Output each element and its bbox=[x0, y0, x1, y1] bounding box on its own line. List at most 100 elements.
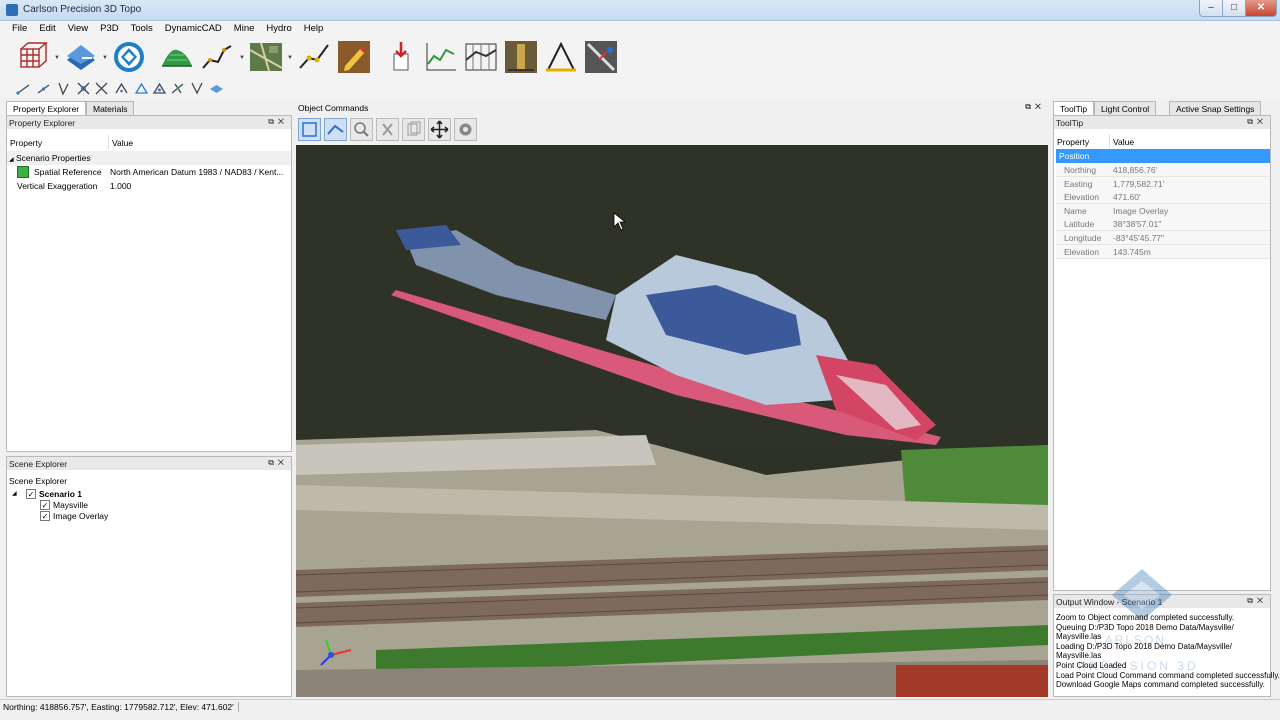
tooltip-property-value[interactable]: 471.60' bbox=[1113, 192, 1141, 202]
tooltip-property-name: Longitude bbox=[1064, 233, 1102, 243]
menu-file[interactable]: File bbox=[0, 21, 33, 34]
zoom-extents-icon[interactable] bbox=[298, 118, 321, 141]
checkbox-checked-icon[interactable]: ✓ bbox=[26, 489, 36, 499]
menu-p3d[interactable]: P3D bbox=[94, 21, 124, 34]
chevron-down-icon[interactable]: ▼ bbox=[287, 55, 293, 61]
menu-mine[interactable]: Mine bbox=[228, 21, 261, 34]
output-line: Zoom to Object command completed success… bbox=[1056, 613, 1235, 622]
zoom-object-icon[interactable] bbox=[324, 118, 347, 141]
tab-materials[interactable]: Materials bbox=[86, 101, 135, 115]
panel-float-close-icons[interactable]: ⧉✕ bbox=[1247, 117, 1267, 127]
snap-face-icon[interactable] bbox=[152, 81, 167, 96]
tooltip-property-value[interactable]: 1,779,582.71' bbox=[1113, 179, 1164, 189]
carlson-logo-icon[interactable] bbox=[112, 40, 146, 74]
tooltip-panel: ToolTip ⧉✕ Property Value Position North… bbox=[1053, 115, 1271, 591]
tooltip-group-row[interactable]: Position bbox=[1056, 149, 1270, 163]
column-header-property[interactable]: Property bbox=[1054, 134, 1110, 148]
aerial-map-icon[interactable] bbox=[249, 40, 283, 74]
column-header-property[interactable]: Property bbox=[7, 135, 109, 149]
tab-light-control[interactable]: Light Control bbox=[1094, 101, 1157, 115]
tree-item-label: Maysville bbox=[53, 500, 88, 510]
checkbox-checked-icon[interactable]: ✓ bbox=[40, 511, 50, 521]
snap-tangent-icon[interactable] bbox=[189, 81, 204, 96]
delete-icon[interactable] bbox=[376, 118, 399, 141]
tooltip-property-value[interactable]: 38°38'57.01" bbox=[1113, 219, 1161, 229]
snap-midpoint-icon[interactable] bbox=[36, 81, 51, 96]
snap-vertex-icon[interactable] bbox=[114, 81, 129, 96]
expand-arrow-icon[interactable]: ◢ bbox=[9, 157, 14, 163]
tree-item-image-overlay[interactable]: ✓ Image Overlay bbox=[40, 511, 290, 525]
menu-edit[interactable]: Edit bbox=[33, 21, 61, 34]
tooltip-row[interactable]: Latitude 38°38'57.01" bbox=[1056, 217, 1270, 232]
search-icon[interactable] bbox=[350, 118, 373, 141]
property-value[interactable]: 1.000 bbox=[110, 181, 131, 191]
insert-block-icon[interactable] bbox=[384, 40, 418, 74]
tooltip-property-value[interactable]: -83°45'45.77" bbox=[1113, 233, 1164, 243]
property-group-row[interactable]: ◢ Scenario Properties bbox=[7, 151, 291, 165]
checkbox-checked-icon[interactable]: ✓ bbox=[40, 500, 50, 510]
left-tabstrip: Property Explorer Materials bbox=[6, 101, 292, 115]
panel-title: ToolTip bbox=[1056, 118, 1084, 128]
profile-chart-icon[interactable] bbox=[424, 40, 458, 74]
property-row[interactable]: Spatial Reference North American Datum 1… bbox=[7, 165, 291, 179]
cross-section-icon[interactable] bbox=[464, 40, 498, 74]
property-explorer-header: Property Explorer ⧉✕ bbox=[7, 116, 291, 129]
tooltip-row[interactable]: Name Image Overlay bbox=[1056, 203, 1270, 218]
snap-apparent-icon[interactable] bbox=[94, 81, 109, 96]
copy-icon[interactable] bbox=[402, 118, 425, 141]
snap-perpendicular-icon[interactable] bbox=[170, 81, 185, 96]
tooltip-property-value[interactable]: 143.745m bbox=[1113, 247, 1151, 257]
property-value[interactable]: North American Datum 1983 / NAD83 / Kent… bbox=[110, 167, 283, 177]
tooltip-row[interactable]: Elevation 143.745m bbox=[1056, 244, 1270, 259]
tooltip-row[interactable]: Easting 1,779,582.71' bbox=[1056, 176, 1270, 191]
column-header-value[interactable]: Value bbox=[109, 135, 291, 149]
close-button[interactable]: ✕ bbox=[1245, 0, 1277, 17]
road-design-icon[interactable] bbox=[584, 40, 618, 74]
menu-dynamiccad[interactable]: DynamicCAD bbox=[159, 21, 228, 34]
menu-tools[interactable]: Tools bbox=[125, 21, 159, 34]
tooltip-property-name: Easting bbox=[1064, 178, 1093, 189]
collapse-arrow-icon[interactable]: ◢ bbox=[12, 490, 17, 497]
3d-viewport[interactable] bbox=[296, 145, 1048, 697]
column-header-value[interactable]: Value bbox=[1110, 134, 1270, 148]
point-cloud-scene[interactable] bbox=[296, 145, 1048, 697]
settings-gear-icon[interactable] bbox=[454, 118, 477, 141]
maximize-button[interactable]: □ bbox=[1222, 0, 1246, 17]
snap-plane-icon[interactable] bbox=[209, 81, 224, 96]
snap-intersection-icon[interactable] bbox=[76, 81, 91, 96]
property-group-label: Scenario Properties bbox=[16, 153, 91, 163]
measure-angle-icon[interactable] bbox=[544, 40, 578, 74]
surface-layers-icon[interactable] bbox=[64, 40, 98, 74]
panel-float-close-icons[interactable]: ⧉✕ bbox=[268, 117, 288, 127]
menu-hydro[interactable]: Hydro bbox=[260, 21, 297, 34]
edit-pencil-icon[interactable] bbox=[337, 40, 371, 74]
volume-icon[interactable] bbox=[504, 40, 538, 74]
menu-help[interactable]: Help bbox=[298, 21, 330, 34]
move-icon[interactable] bbox=[428, 118, 451, 141]
property-row[interactable]: Vertical Exaggeration 1.000 bbox=[7, 179, 291, 193]
tooltip-property-value[interactable]: 418,856.76' bbox=[1113, 165, 1157, 175]
chevron-down-icon[interactable]: ▼ bbox=[54, 55, 60, 61]
breakline-icon[interactable] bbox=[297, 40, 331, 74]
point-cloud-grid-icon[interactable] bbox=[16, 40, 50, 74]
polyline-icon[interactable] bbox=[200, 40, 234, 74]
chevron-down-icon[interactable]: ▼ bbox=[102, 55, 108, 61]
terrain-surface-icon[interactable] bbox=[160, 40, 194, 74]
tooltip-row[interactable]: Northing 418,856.76' bbox=[1056, 163, 1270, 177]
snap-triangle-icon[interactable] bbox=[134, 81, 149, 96]
snap-endpoint-icon[interactable] bbox=[16, 81, 31, 96]
tab-property-explorer[interactable]: Property Explorer bbox=[6, 101, 87, 115]
chevron-down-icon[interactable]: ▼ bbox=[239, 55, 245, 61]
tooltip-property-name: Elevation bbox=[1064, 246, 1099, 257]
snap-nearest-icon[interactable] bbox=[56, 81, 71, 96]
tab-tooltip[interactable]: ToolTip bbox=[1053, 101, 1095, 115]
panel-float-close-icons[interactable]: ⧉✕ bbox=[1025, 102, 1045, 112]
tooltip-row[interactable]: Longitude -83°45'45.77" bbox=[1056, 231, 1270, 245]
menu-view[interactable]: View bbox=[62, 21, 94, 34]
tab-active-snap-settings[interactable]: Active Snap Settings bbox=[1169, 101, 1262, 115]
tooltip-row[interactable]: Elevation 471.60' bbox=[1056, 190, 1270, 205]
tooltip-property-value[interactable]: Image Overlay bbox=[1113, 206, 1168, 216]
minimize-button[interactable]: – bbox=[1199, 0, 1223, 17]
panel-float-close-icons[interactable]: ⧉✕ bbox=[1247, 596, 1267, 606]
panel-float-close-icons[interactable]: ⧉✕ bbox=[268, 458, 288, 468]
